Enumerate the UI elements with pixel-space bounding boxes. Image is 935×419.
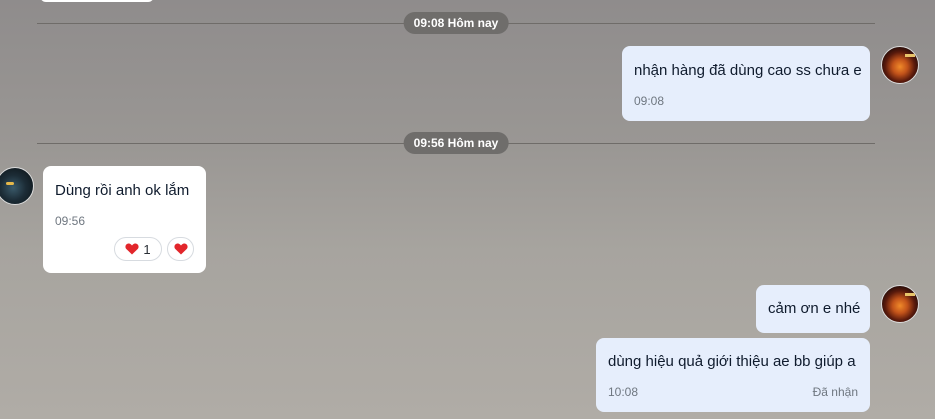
message-time: 10:08 <box>608 385 639 399</box>
reaction-count: 1 <box>143 241 151 257</box>
message-bubble[interactable]: Dùng rồi anh ok lắm 09:56 1 <box>43 166 206 273</box>
date-separator-label: 09:56 Hôm nay <box>403 132 509 154</box>
message-text: nhận hàng đã dùng cao ss chưa e <box>634 62 862 79</box>
my-avatar[interactable] <box>881 46 919 84</box>
message-bubble[interactable]: nhận hàng đã dùng cao ss chưa e 09:08 <box>622 46 870 121</box>
add-reaction-button[interactable] <box>167 237 194 261</box>
contact-avatar[interactable] <box>0 167 34 205</box>
previous-message-bubble-edge <box>40 0 154 2</box>
delivery-status: Đã nhận <box>812 385 858 399</box>
message-bubble[interactable]: dùng hiệu quả giới thiệu ae bb giúp a 10… <box>596 338 870 412</box>
avatar-detail <box>6 182 14 185</box>
message-text: dùng hiệu quả giới thiệu ae bb giúp a <box>608 353 856 370</box>
message-time: 09:56 <box>55 214 86 228</box>
date-separator-label: 09:08 Hôm nay <box>403 12 509 34</box>
message-time: 09:08 <box>634 94 665 108</box>
my-avatar[interactable] <box>881 285 919 323</box>
heart-icon <box>173 243 188 255</box>
date-separator: 09:08 Hôm nay <box>37 12 875 34</box>
avatar-badge <box>905 293 915 296</box>
date-separator: 09:56 Hôm nay <box>37 132 875 154</box>
message-bubble[interactable]: cảm ơn e nhé <box>756 285 870 333</box>
message-text: Dùng rồi anh ok lắm <box>55 182 190 199</box>
heart-icon <box>125 243 139 255</box>
reaction-count-chip[interactable]: 1 <box>114 237 162 261</box>
avatar-badge <box>905 54 915 57</box>
message-text: cảm ơn e nhé <box>768 300 861 317</box>
